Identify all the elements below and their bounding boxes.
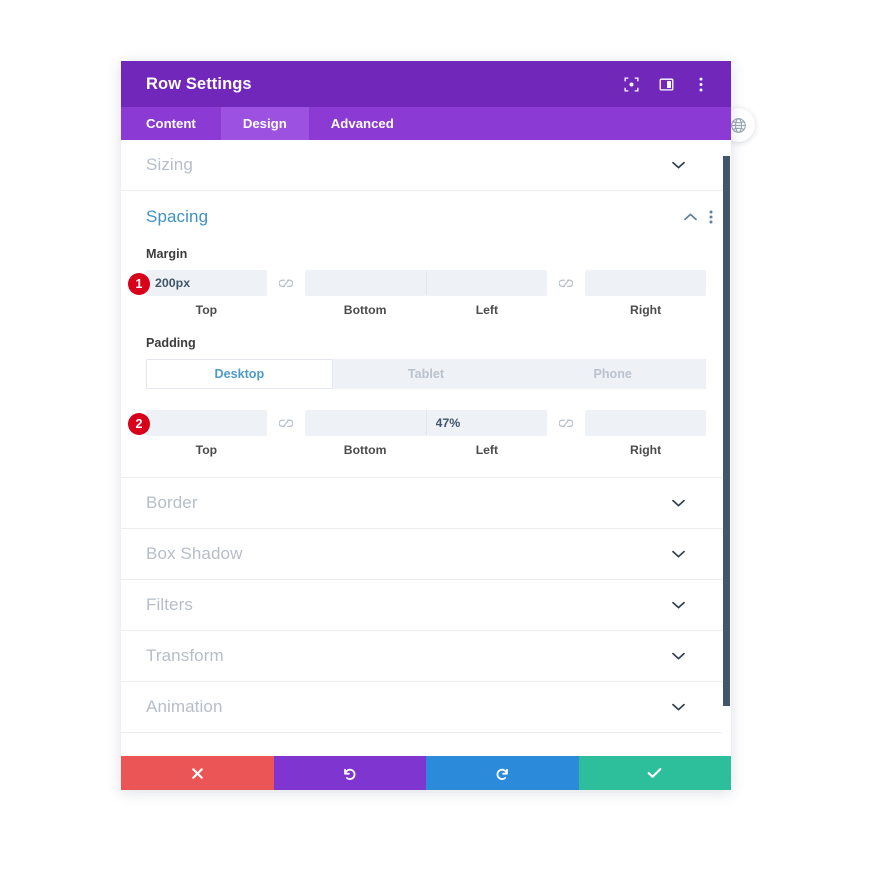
section-label-box-shadow: Box Shadow xyxy=(146,544,243,563)
chevron-up-icon[interactable] xyxy=(684,213,697,221)
globe-icon xyxy=(730,117,747,134)
chevron-down-icon xyxy=(672,652,685,660)
tab-advanced[interactable]: Advanced xyxy=(309,107,416,140)
redo-button[interactable] xyxy=(426,756,579,790)
body-bottom-spacer xyxy=(121,733,731,751)
section-toggle-animation[interactable]: Animation xyxy=(121,682,731,733)
save-button[interactable] xyxy=(578,756,731,790)
margin-horizontal-link-button[interactable] xyxy=(547,270,585,296)
padding-top-input[interactable] xyxy=(146,410,267,436)
section-body-spacing: Margin 1 Top xyxy=(121,247,731,477)
panel-scroll-area: Sizing Spacing Margin 1 200px Top Bottom… xyxy=(121,140,731,756)
padding-left-caption: Left xyxy=(475,443,499,457)
scrollbar-thumb[interactable] xyxy=(723,156,730,706)
more-vertical-icon[interactable] xyxy=(693,76,709,92)
margin-label: Margin xyxy=(146,247,188,261)
padding-right-input[interactable] xyxy=(585,410,706,436)
chevron-down-icon xyxy=(672,601,685,609)
padding-right-cell: Right xyxy=(585,410,706,457)
undo-icon xyxy=(342,766,357,781)
section-label-border: Border xyxy=(146,493,198,512)
tab-content[interactable]: Content xyxy=(121,107,221,140)
section-label-spacing: Spacing xyxy=(146,206,209,226)
panel-tabbar: Content Design Advanced xyxy=(121,107,731,140)
padding-quad-group: 2 Top Bottom 47% Left Right xyxy=(128,410,706,457)
padding-vertical-link-button[interactable] xyxy=(267,410,305,436)
padding-horizontal-link-button[interactable] xyxy=(547,410,585,436)
padding-horizontal-group: Left Right xyxy=(426,410,706,457)
padding-left-input[interactable] xyxy=(426,410,548,436)
section-label-sizing: Sizing xyxy=(146,155,193,174)
cancel-button[interactable] xyxy=(121,756,274,790)
margin-horizontal-group: Left Right xyxy=(426,270,706,317)
padding-bottom-cell: Bottom xyxy=(304,410,426,457)
scrollbar-track[interactable] xyxy=(722,140,731,756)
chevron-down-icon xyxy=(672,161,685,169)
margin-bottom-input[interactable] xyxy=(304,270,426,296)
undo-button[interactable] xyxy=(273,756,426,790)
step-badge-1: 1 xyxy=(128,273,150,295)
section-label-filters: Filters xyxy=(146,595,193,614)
margin-right-cell: Right xyxy=(585,270,706,317)
margin-top-cell: Top xyxy=(146,270,267,317)
padding-bottom-input[interactable] xyxy=(304,410,426,436)
tab-design[interactable]: Design xyxy=(220,107,309,140)
device-tab-tablet[interactable]: Tablet xyxy=(332,359,520,389)
margin-top-caption: Top xyxy=(195,303,218,317)
padding-top-cell: Top xyxy=(146,410,267,457)
margin-left-input[interactable] xyxy=(426,270,548,296)
margin-bottom-caption: Bottom xyxy=(343,303,387,317)
layout-panel-icon[interactable] xyxy=(658,76,674,92)
margin-vertical-group: Top Bottom xyxy=(146,270,426,317)
section-toggle-sizing[interactable]: Sizing xyxy=(121,140,731,191)
chevron-down-icon xyxy=(672,550,685,558)
section-icon-group xyxy=(684,210,713,224)
page-title: Row Settings xyxy=(146,74,252,93)
redo-icon xyxy=(495,766,510,781)
section-label-animation: Animation xyxy=(146,697,223,716)
section-spacing: Spacing Margin 1 200px Top Bottom Left R… xyxy=(121,191,731,478)
margin-vertical-link-button[interactable] xyxy=(267,270,305,296)
section-more-vertical-icon[interactable] xyxy=(709,210,713,224)
panel-header: Row Settings xyxy=(121,61,731,107)
margin-right-input[interactable] xyxy=(585,270,706,296)
padding-bottom-caption: Bottom xyxy=(343,443,387,457)
panel-footer xyxy=(121,756,731,790)
margin-left-cell: Left xyxy=(426,270,548,317)
padding-right-caption: Right xyxy=(630,443,662,457)
focus-icon[interactable] xyxy=(623,76,639,92)
header-icon-group xyxy=(623,76,709,92)
padding-vertical-group: Top Bottom xyxy=(146,410,426,457)
section-toggle-border[interactable]: Border xyxy=(121,478,731,529)
section-label-transform: Transform xyxy=(146,646,224,665)
margin-top-input[interactable] xyxy=(146,270,267,296)
padding-device-tabs: Desktop Tablet Phone xyxy=(146,359,707,389)
margin-left-caption: Left xyxy=(475,303,499,317)
margin-quad-group: 1 Top xyxy=(128,270,706,317)
padding-label: Padding xyxy=(146,336,196,350)
padding-top-caption: Top xyxy=(195,443,218,457)
row-settings-panel: Row Settings Content Design Advanced Siz… xyxy=(121,61,731,790)
device-tab-phone[interactable]: Phone xyxy=(519,359,707,389)
section-toggle-filters[interactable]: Filters xyxy=(121,580,731,631)
check-icon xyxy=(647,767,662,779)
chevron-down-icon xyxy=(672,499,685,507)
step-badge-2: 2 xyxy=(128,413,150,435)
margin-right-caption: Right xyxy=(630,303,662,317)
section-toggle-transform[interactable]: Transform xyxy=(121,631,731,682)
device-tab-desktop[interactable]: Desktop xyxy=(146,359,333,389)
section-toggle-spacing[interactable]: Spacing xyxy=(121,191,731,242)
close-icon xyxy=(191,767,204,780)
chevron-down-icon xyxy=(672,703,685,711)
margin-bottom-cell: Bottom xyxy=(304,270,426,317)
padding-left-cell: Left xyxy=(426,410,548,457)
section-toggle-box-shadow[interactable]: Box Shadow xyxy=(121,529,731,580)
